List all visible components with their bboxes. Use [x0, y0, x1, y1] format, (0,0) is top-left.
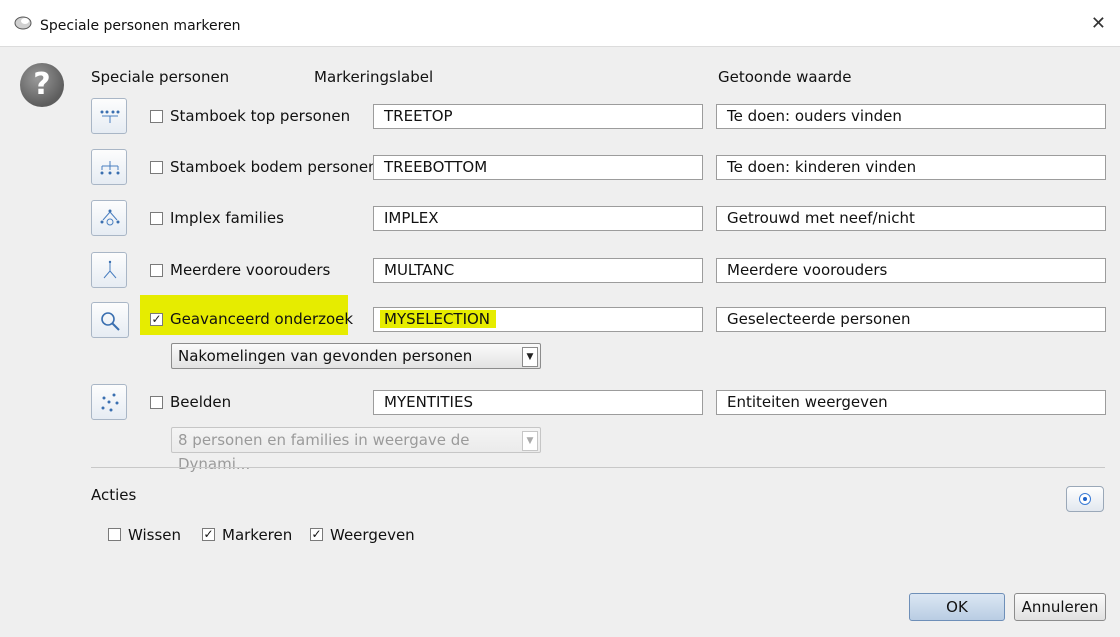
search-result-combo-value: Nakomelingen van gevonden personen: [178, 347, 473, 365]
checkbox-advanced-search[interactable]: ✓: [150, 313, 163, 326]
ok-button[interactable]: OK: [909, 593, 1005, 621]
checkbox-clear[interactable]: [108, 528, 121, 541]
window-title: Speciale personen markeren: [40, 18, 241, 34]
cancel-button[interactable]: Annuleren: [1014, 593, 1106, 621]
radio-toggle-button[interactable]: [1066, 486, 1104, 512]
multiple-ancestors-icon[interactable]: [91, 252, 127, 288]
checkbox-multiple-ancestors[interactable]: [150, 264, 163, 277]
close-icon[interactable]: ✕: [1091, 13, 1106, 34]
header-marker-label: Markeringslabel: [314, 68, 434, 86]
display-field-tree-bottom[interactable]: Te doen: kinderen vinden: [716, 155, 1106, 180]
marker-field-implex[interactable]: IMPLEX: [373, 206, 703, 231]
display-field-tree-top[interactable]: Te doen: ouders vinden: [716, 104, 1106, 129]
marker-highlight: MYSELECTION: [380, 310, 497, 328]
views-icon[interactable]: [91, 384, 127, 420]
display-field-multiple-ancestors[interactable]: Meerdere voorouders: [716, 258, 1106, 283]
checkbox-views[interactable]: [150, 396, 163, 409]
views-combo: 8 personen en families in weergave de Dy…: [171, 427, 541, 473]
checkbox-mark[interactable]: ✓: [202, 528, 215, 541]
implex-icon[interactable]: [91, 200, 127, 236]
label-implex: Implex families: [170, 209, 284, 227]
tree-top-icon[interactable]: [91, 98, 127, 134]
tree-bottom-icon[interactable]: [91, 149, 127, 185]
label-views: Beelden: [170, 393, 232, 411]
search-icon[interactable]: [91, 302, 129, 338]
checkbox-display[interactable]: ✓: [310, 528, 323, 541]
header-displayed-value: Getoonde waarde: [718, 68, 852, 86]
marker-field-views[interactable]: MYENTITIES: [373, 390, 703, 415]
actions-title: Acties: [91, 486, 137, 504]
checkbox-implex[interactable]: [150, 212, 163, 225]
search-result-combo[interactable]: Nakomelingen van gevonden personen ▼: [171, 343, 541, 369]
label-tree-bottom: Stamboek bodem personen: [170, 158, 378, 176]
label-tree-top: Stamboek top personen: [170, 107, 351, 125]
checkbox-tree-bottom[interactable]: [150, 161, 163, 174]
label-mark: Markeren: [222, 526, 293, 544]
app-icon: [14, 16, 32, 30]
title-bar: Speciale personen markeren ✕: [0, 0, 1120, 47]
label-advanced-search: Geavanceerd onderzoek: [170, 310, 354, 328]
chevron-down-icon[interactable]: ▼: [522, 347, 538, 367]
label-multiple-ancestors: Meerdere voorouders: [170, 261, 331, 279]
label-display: Weergeven: [330, 526, 415, 544]
checkbox-tree-top[interactable]: [150, 110, 163, 123]
help-icon: ?: [20, 63, 64, 107]
header-special-persons: Speciale personen: [91, 68, 230, 86]
display-field-implex[interactable]: Getrouwd met neef/nicht: [716, 206, 1106, 231]
display-field-advanced-search[interactable]: Geselecteerde personen: [716, 307, 1106, 332]
label-clear: Wissen: [128, 526, 182, 544]
marker-field-tree-bottom[interactable]: TREEBOTTOM: [373, 155, 703, 180]
display-field-views[interactable]: Entiteiten weergeven: [716, 390, 1106, 415]
marker-field-tree-top[interactable]: TREETOP: [373, 104, 703, 129]
chevron-down-icon: ▼: [522, 431, 538, 451]
marker-field-multiple-ancestors[interactable]: MULTANC: [373, 258, 703, 283]
marker-field-advanced-search[interactable]: MYSELECTION: [373, 307, 703, 332]
radio-icon: [1079, 493, 1091, 505]
separator: [91, 467, 1105, 468]
